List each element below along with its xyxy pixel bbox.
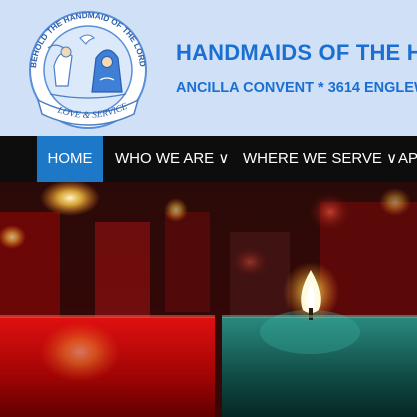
site-title[interactable]: HANDMAIDS OF THE HOL <box>176 40 417 66</box>
nav-item-where-we-serve[interactable]: WHERE WE SERVE ∨ <box>243 136 397 182</box>
site-address: ANCILLA CONVENT * 3614 ENGLEWOO <box>176 80 417 96</box>
site-header: BEHOLD THE HANDMAID OF THE LORD LOVE & S… <box>0 0 417 136</box>
nav-item-about[interactable]: AP <box>398 136 417 182</box>
main-nav: HOME WHO WE ARE ∨ WHERE WE SERVE ∨ AP <box>0 136 417 182</box>
nav-item-who-we-are[interactable]: WHO WE ARE ∨ <box>115 136 229 182</box>
hero-candles-image <box>0 182 417 417</box>
nav-item-home[interactable]: HOME <box>37 136 103 182</box>
logo[interactable]: BEHOLD THE HANDMAID OF THE LORD LOVE & S… <box>24 8 152 130</box>
